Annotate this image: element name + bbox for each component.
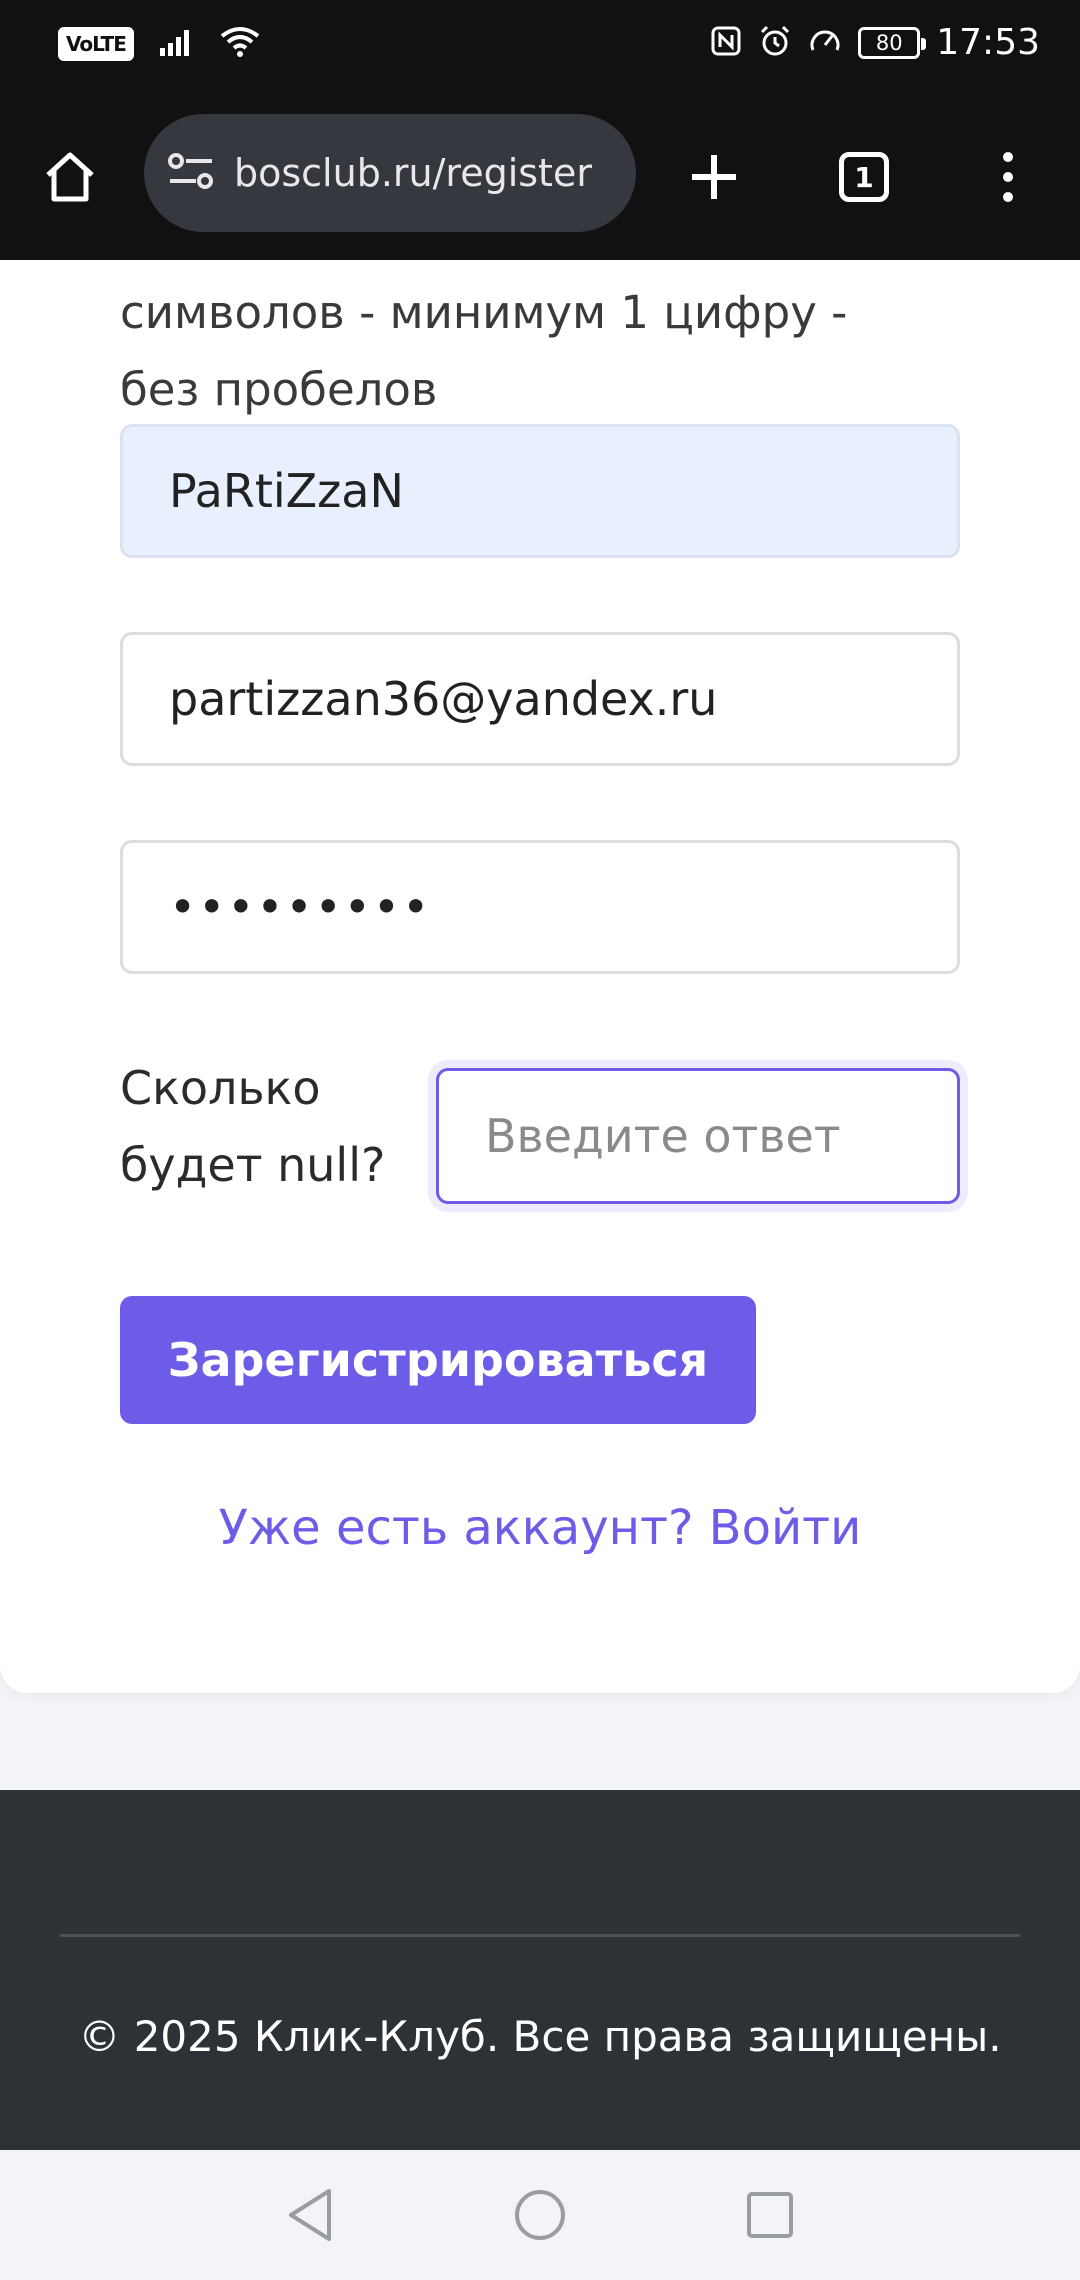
alarm-icon bbox=[758, 24, 792, 62]
status-bar: VoLTE 80 17:53 bbox=[0, 0, 1080, 92]
footer-divider bbox=[60, 1934, 1020, 1937]
home-nav-button[interactable] bbox=[500, 2175, 580, 2255]
password-value: ••••••••• bbox=[169, 880, 432, 934]
nfc-icon bbox=[710, 25, 742, 61]
back-triangle-icon bbox=[289, 2189, 331, 2241]
status-right: 80 17:53 bbox=[710, 22, 1040, 63]
browser-toolbar: bosclub.ru/register 1 bbox=[0, 92, 1080, 260]
plus-icon bbox=[692, 155, 736, 199]
register-button[interactable]: Зарегистрироваться bbox=[120, 1296, 756, 1424]
tab-switcher-button[interactable]: 1 bbox=[824, 137, 904, 217]
username-field[interactable]: PaRtiZzaN bbox=[120, 424, 960, 558]
wifi-icon bbox=[220, 26, 260, 62]
speedometer-icon bbox=[808, 24, 842, 62]
recents-button[interactable] bbox=[730, 2175, 810, 2255]
tab-count: 1 bbox=[839, 152, 889, 202]
back-button[interactable] bbox=[270, 2175, 350, 2255]
signal-icon bbox=[159, 28, 194, 60]
captcha-input[interactable] bbox=[436, 1068, 960, 1204]
footer: © 2025 Клик-Клуб. Все права защищены. bbox=[0, 1790, 1080, 2150]
captcha-label: Сколько будет null? bbox=[120, 1061, 386, 1192]
new-tab-button[interactable] bbox=[674, 137, 754, 217]
more-vert-icon bbox=[1003, 152, 1013, 202]
system-nav-bar bbox=[0, 2150, 1080, 2280]
login-link[interactable]: Уже есть аккаунт? Войти bbox=[0, 1500, 1080, 1556]
home-icon bbox=[46, 152, 94, 202]
password-field[interactable]: ••••••••• bbox=[120, 840, 960, 974]
clock: 17:53 bbox=[936, 22, 1040, 63]
status-left: VoLTE bbox=[58, 26, 260, 62]
register-card: символов - минимум 1 цифру - без пробело… bbox=[0, 260, 1080, 1693]
battery-icon: 80 bbox=[858, 26, 927, 59]
url-text: bosclub.ru/register bbox=[234, 151, 592, 195]
menu-button[interactable] bbox=[968, 137, 1048, 217]
home-circle-icon bbox=[515, 2190, 565, 2240]
address-bar[interactable]: bosclub.ru/register bbox=[144, 114, 636, 232]
home-button[interactable] bbox=[30, 137, 110, 217]
username-value: PaRtiZzaN bbox=[169, 464, 404, 518]
password-hint: символов - минимум 1 цифру - без пробело… bbox=[120, 286, 848, 416]
email-value: partizzan36@yandex.ru bbox=[169, 672, 718, 726]
site-settings-icon[interactable] bbox=[168, 151, 214, 195]
recents-square-icon bbox=[747, 2192, 793, 2238]
volte-icon: VoLTE bbox=[58, 27, 134, 61]
copyright-text: © 2025 Клик-Клуб. Все права защищены. bbox=[78, 2012, 1002, 2061]
email-field[interactable]: partizzan36@yandex.ru bbox=[120, 632, 960, 766]
